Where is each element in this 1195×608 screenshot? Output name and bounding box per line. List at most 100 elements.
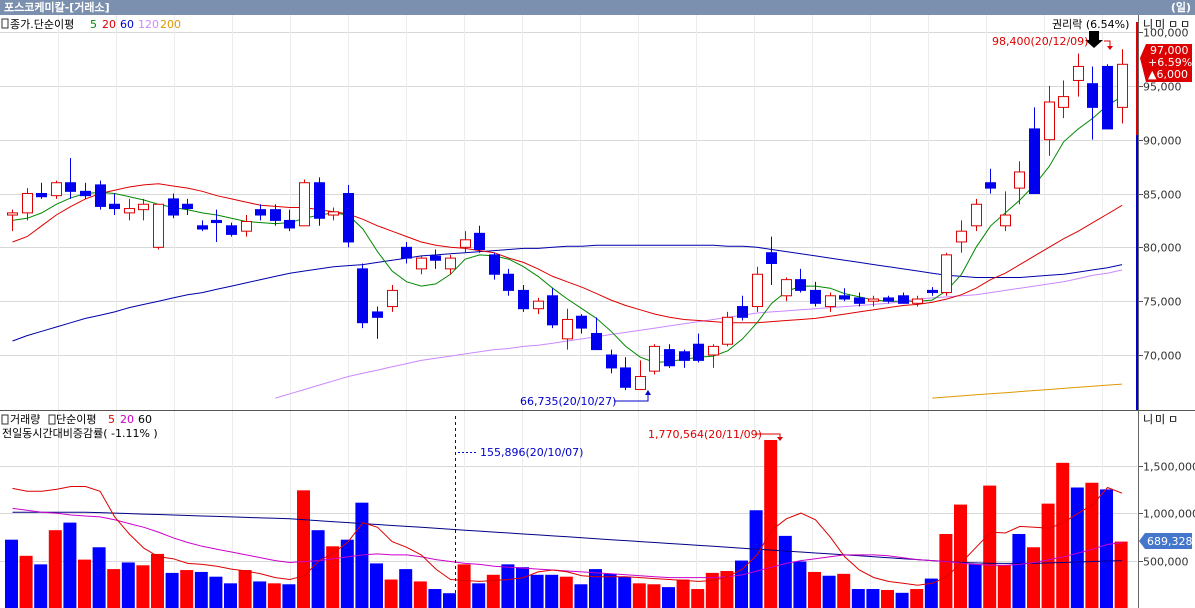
volume-bar xyxy=(574,584,588,608)
volume-tick-label: 500,000 xyxy=(1143,556,1189,569)
volume-bar xyxy=(1041,503,1055,608)
candle-body xyxy=(927,289,938,294)
candle-body xyxy=(1117,63,1128,108)
volume-legend-ma60: 60 xyxy=(138,413,152,426)
price-tick-label: 80,000 xyxy=(1143,242,1182,255)
volume-bar xyxy=(238,570,252,608)
volume-legend-name: 거래량 xyxy=(10,413,40,426)
volume-bar xyxy=(413,581,427,608)
candle-body xyxy=(109,203,120,210)
candle-body xyxy=(708,345,719,356)
low-price-label: 66,735(20/10/27) xyxy=(520,395,616,408)
candle xyxy=(722,311,733,347)
candle-body xyxy=(956,230,967,243)
candle-body xyxy=(1044,101,1055,141)
volume-bar xyxy=(5,539,18,608)
volume-bar xyxy=(530,574,544,608)
candle-body xyxy=(95,184,106,207)
current-change: ▲6,000 xyxy=(1148,68,1188,81)
volume-panel-button-1[interactable]: 니 xyxy=(1143,413,1153,426)
price-panel-button-4[interactable]: ㅁ xyxy=(1180,18,1190,31)
price-tick-label: 90,000 xyxy=(1143,135,1182,148)
price-legend-toggle[interactable] xyxy=(1,18,9,29)
candle xyxy=(941,252,952,296)
price-panel-button-2[interactable]: 미 xyxy=(1155,18,1165,31)
candle-body xyxy=(766,252,777,264)
candle-body xyxy=(839,295,850,300)
candle-body xyxy=(328,211,339,216)
candle xyxy=(649,344,660,375)
volume-bar xyxy=(311,530,325,608)
volume-bar xyxy=(778,535,792,608)
candle-body xyxy=(430,255,441,261)
stock-chart[interactable]: 70,00075,00080,00085,00090,00095,000100,… xyxy=(0,0,1195,608)
candle xyxy=(1102,64,1113,130)
volume-axis: 500,000 1,000,000 1,500,000 xyxy=(1139,461,1195,569)
volume-ma-legend-toggle[interactable] xyxy=(48,414,56,425)
volume-panel-button-3[interactable]: ㅁ xyxy=(1168,413,1178,426)
candle-body xyxy=(1058,96,1069,108)
volume-legend-ma5: 5 xyxy=(108,413,115,426)
candle-body xyxy=(299,182,310,227)
volume-bar xyxy=(851,589,865,608)
volume-bar xyxy=(1012,533,1026,608)
volume-bar xyxy=(78,559,91,608)
candle-body xyxy=(518,289,529,310)
volume-bar xyxy=(866,589,880,608)
volume-bar xyxy=(370,563,383,608)
cursor-volume-label: 155,896(20/10/07) xyxy=(480,446,583,459)
price-panel-button-3[interactable]: ㅁ xyxy=(1168,18,1178,31)
candle-body xyxy=(1014,171,1025,189)
candle xyxy=(51,180,62,199)
candle-body xyxy=(445,257,456,270)
candle-body xyxy=(722,316,733,345)
candle-body xyxy=(912,298,923,304)
volume-subtitle: 전일동시간대비증감률( -1.11% ) xyxy=(2,426,158,440)
candle-body xyxy=(401,246,412,259)
volume-bar xyxy=(632,583,646,608)
volume-bar xyxy=(545,574,559,608)
candle-body xyxy=(357,268,368,324)
volume-bar xyxy=(939,533,953,608)
candle-body xyxy=(255,209,266,216)
candle-body xyxy=(868,298,879,302)
candle-body xyxy=(372,311,383,318)
candle-body xyxy=(343,193,354,243)
candle-body xyxy=(1073,65,1084,81)
volume-legend-toggle[interactable] xyxy=(1,414,9,425)
volume-panel-button-2[interactable]: 미 xyxy=(1155,413,1165,426)
volume-bar xyxy=(647,584,661,608)
volume-bar xyxy=(589,569,602,608)
candle-body xyxy=(138,203,149,211)
price-legend-ma60: 60 xyxy=(120,18,134,31)
volume-bar xyxy=(662,587,675,608)
candle-body xyxy=(460,239,471,248)
volume-bar xyxy=(136,565,150,608)
volume-bar xyxy=(837,573,851,608)
price-tick-label: 75,000 xyxy=(1143,296,1182,309)
candle-body xyxy=(80,190,91,197)
candle-body xyxy=(503,273,514,291)
candle xyxy=(299,179,310,227)
candle-body xyxy=(474,232,485,250)
price-tick-label: 95,000 xyxy=(1143,81,1182,94)
volume-bar xyxy=(749,510,763,608)
candle-body xyxy=(693,343,704,361)
volume-bar xyxy=(983,485,997,608)
candle-body xyxy=(387,289,398,308)
candle xyxy=(357,263,368,329)
candle-body xyxy=(679,351,690,361)
volume-bar xyxy=(895,592,909,608)
volume-bar xyxy=(340,539,354,608)
candle-body xyxy=(7,212,18,216)
volume-bar xyxy=(501,564,515,608)
candle-body xyxy=(1087,83,1098,108)
candle-body xyxy=(562,318,573,340)
volume-bar xyxy=(107,569,121,608)
volume-legend-ma20: 20 xyxy=(120,413,134,426)
ex-rights-label: 권리락 (6.54%) xyxy=(1052,18,1129,31)
candle-body xyxy=(1102,65,1113,130)
volume-bar xyxy=(1027,547,1040,608)
candle xyxy=(153,203,164,250)
price-panel-button-1[interactable]: 니 xyxy=(1143,18,1153,31)
